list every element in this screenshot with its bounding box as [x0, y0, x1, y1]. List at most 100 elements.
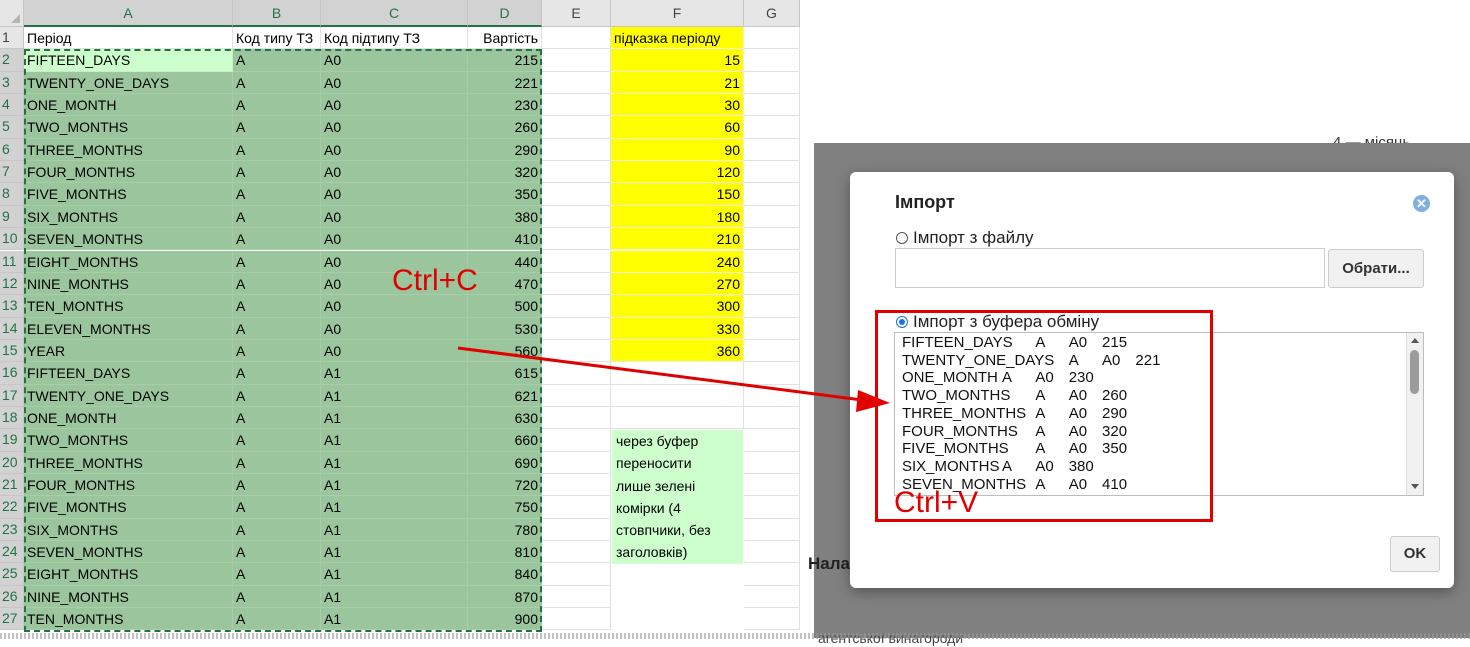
cell-price[interactable]: 410 [468, 228, 542, 251]
cell-period[interactable]: ONE_MONTH [24, 94, 233, 117]
empty-cell[interactable] [744, 474, 800, 497]
row-header[interactable]: 3 [0, 71, 24, 95]
empty-cell[interactable] [542, 451, 611, 474]
cell-type[interactable]: A [233, 138, 321, 162]
cell-type[interactable]: A [233, 250, 321, 273]
cell-subtype[interactable]: A0 [321, 228, 468, 251]
cell-type[interactable]: A [233, 183, 321, 206]
scroll-down-icon[interactable] [1411, 484, 1419, 489]
cell-period[interactable]: SEVEN_MONTHS [24, 541, 233, 564]
textarea-scrollbar[interactable] [1406, 333, 1423, 495]
empty-cell[interactable] [542, 496, 611, 519]
cell-price[interactable]: 380 [468, 205, 542, 229]
cell-period[interactable]: THREE_MONTHS [24, 138, 233, 162]
empty-cell[interactable] [744, 49, 800, 72]
cell-subtype[interactable]: A0 [321, 183, 468, 206]
cell-period[interactable]: TWO_MONTHS [24, 116, 233, 139]
cell-type[interactable]: A [233, 406, 321, 430]
empty-cell[interactable] [542, 474, 611, 497]
row-header[interactable]: 8 [0, 183, 24, 206]
cell-subtype[interactable]: A1 [321, 496, 468, 519]
empty-cell[interactable] [542, 563, 611, 586]
empty-cell[interactable] [542, 429, 611, 452]
empty-cell[interactable] [542, 541, 611, 564]
cell-price[interactable]: 690 [468, 451, 542, 474]
cell-price[interactable]: 900 [468, 608, 542, 631]
cell-subtype[interactable]: A1 [321, 451, 468, 474]
cell-type[interactable]: A [233, 49, 321, 72]
cell-period[interactable]: YEAR [24, 339, 233, 363]
row-header[interactable]: 9 [0, 205, 24, 229]
row-header[interactable]: 2 [0, 49, 24, 72]
column-header-g[interactable]: G [744, 0, 800, 27]
cell-type[interactable]: A [233, 116, 321, 139]
empty-cell[interactable] [542, 228, 611, 251]
cell-hint[interactable]: 120 [611, 161, 744, 184]
cell-type[interactable]: A [233, 608, 321, 631]
header-cell-price[interactable]: Вартість [468, 27, 542, 50]
cell-subtype[interactable]: A1 [321, 384, 468, 407]
cell-period[interactable]: FOUR_MONTHS [24, 474, 233, 497]
cell-type[interactable]: A [233, 228, 321, 251]
cell-subtype[interactable]: A0 [321, 94, 468, 117]
cell-price[interactable]: 840 [468, 563, 542, 586]
cell-hint[interactable]: 21 [611, 71, 744, 95]
ok-button[interactable]: OK [1390, 536, 1440, 572]
cell-price[interactable]: 810 [468, 541, 542, 564]
cell-period[interactable]: SIX_MONTHS [24, 518, 233, 542]
cell-subtype[interactable]: A1 [321, 362, 468, 385]
cell-price[interactable]: 221 [468, 71, 542, 95]
cell-hint[interactable]: 60 [611, 116, 744, 139]
row-header[interactable]: 6 [0, 138, 24, 162]
empty-cell[interactable] [542, 608, 611, 631]
header-cell-hint[interactable]: підказка періоду [611, 27, 744, 50]
cell-price[interactable]: 630 [468, 406, 542, 430]
empty-cell[interactable] [744, 71, 800, 95]
empty-cell[interactable] [744, 27, 800, 50]
cell-subtype[interactable]: A0 [321, 161, 468, 184]
cell-subtype[interactable]: A1 [321, 608, 468, 631]
row-header[interactable]: 14 [0, 317, 24, 340]
note-cell[interactable]: через буфер переносити лише зелені комір… [612, 430, 743, 564]
cell-price[interactable]: 660 [468, 429, 542, 452]
cell-subtype[interactable]: A1 [321, 474, 468, 497]
column-header-b[interactable]: B [233, 0, 321, 27]
cell-type[interactable]: A [233, 161, 321, 184]
empty-cell[interactable] [542, 94, 611, 117]
empty-cell[interactable] [542, 362, 611, 385]
row-header[interactable]: 26 [0, 585, 24, 609]
cell-price[interactable]: 560 [468, 339, 542, 363]
cell-subtype[interactable]: A0 [321, 317, 468, 340]
empty-cell[interactable] [744, 496, 800, 519]
cell-hint[interactable]: 270 [611, 272, 744, 296]
cell-period[interactable]: ONE_MONTH [24, 406, 233, 430]
cell-price[interactable]: 215 [468, 49, 542, 72]
cell-price[interactable]: 750 [468, 496, 542, 519]
cell-type[interactable]: A [233, 272, 321, 296]
row-header[interactable]: 10 [0, 228, 24, 251]
cell-price[interactable]: 621 [468, 384, 542, 407]
cell-price[interactable]: 230 [468, 94, 542, 117]
cell-type[interactable]: A [233, 339, 321, 363]
cell-period[interactable]: FIVE_MONTHS [24, 183, 233, 206]
cell-type[interactable]: A [233, 295, 321, 318]
cell-period[interactable]: NINE_MONTHS [24, 585, 233, 609]
cell-subtype[interactable]: A1 [321, 541, 468, 564]
row-header[interactable]: 16 [0, 362, 24, 385]
cell-price[interactable]: 720 [468, 474, 542, 497]
cell-period[interactable]: EIGHT_MONTHS [24, 250, 233, 273]
row-header[interactable]: 20 [0, 451, 24, 474]
cell-type[interactable]: A [233, 518, 321, 542]
import-file-option[interactable]: Імпорт з файлу [896, 228, 1034, 248]
empty-cell[interactable] [744, 250, 800, 273]
row-header[interactable]: 23 [0, 518, 24, 542]
empty-cell[interactable] [744, 406, 800, 430]
cell-period[interactable]: FIFTEEN_DAYS [24, 362, 233, 385]
column-header-a[interactable]: A [24, 0, 233, 27]
empty-cell[interactable] [744, 608, 800, 631]
cell-subtype[interactable]: A0 [321, 138, 468, 162]
row-header[interactable]: 5 [0, 116, 24, 139]
empty-cell[interactable] [542, 585, 611, 609]
cell-period[interactable]: SIX_MONTHS [24, 205, 233, 229]
empty-cell[interactable] [744, 161, 800, 184]
